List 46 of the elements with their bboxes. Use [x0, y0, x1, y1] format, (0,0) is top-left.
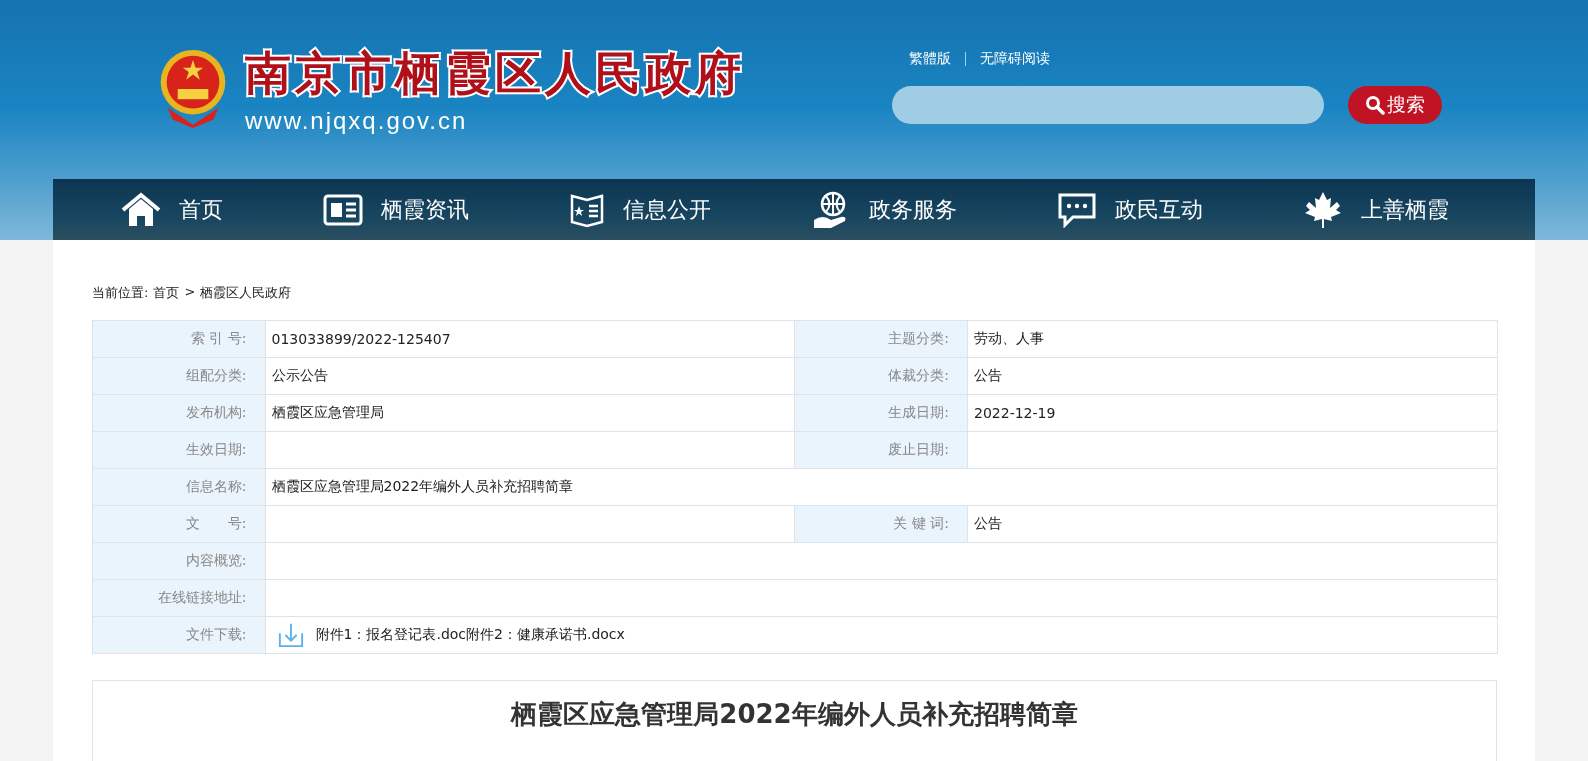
- field-label: 生成日期:: [795, 394, 968, 432]
- site-name: 南京市栖霞区人民政府: [245, 45, 745, 102]
- field-label: 文 号:: [92, 505, 266, 543]
- nav-item[interactable]: 栖霞资讯: [323, 193, 469, 226]
- field-value: 公示公告: [265, 357, 795, 395]
- breadcrumb-link[interactable]: 栖霞区人民政府: [200, 284, 292, 302]
- search-icon: [1365, 95, 1385, 115]
- field-value: 栖霞区应急管理局2022年编外人员补充招聘简章: [265, 468, 1498, 506]
- site-url: www.njqxq.gov.cn: [245, 107, 469, 135]
- field-label: 内容概览:: [92, 542, 266, 580]
- field-value: 2022-12-19: [967, 394, 1498, 432]
- breadcrumb-label: 当前位置:: [92, 284, 149, 302]
- field-label: 废止日期:: [795, 431, 968, 469]
- field-label: 索 引 号:: [92, 320, 266, 358]
- field-value: 013033899/2022-125407: [265, 320, 795, 358]
- nav-item[interactable]: 政民互动: [1057, 191, 1203, 228]
- breadcrumb-link[interactable]: 首页: [153, 284, 180, 302]
- top-link[interactable]: 繁體版: [909, 50, 951, 68]
- field-label: 发布机构:: [92, 394, 266, 432]
- field-value: 公告: [967, 357, 1498, 395]
- field-label: 文件下载:: [92, 616, 266, 654]
- newspaper-icon: [323, 193, 363, 226]
- field-label: 主题分类:: [795, 320, 968, 358]
- field-label: 组配分类:: [92, 357, 266, 395]
- field-label: 关 键 词:: [795, 505, 968, 543]
- article-title: 栖霞区应急管理局2022年编外人员补充招聘简章: [509, 698, 1079, 731]
- field-label: 生效日期:: [92, 431, 266, 469]
- attachment-link[interactable]: 附件1：报名登记表.doc: [315, 626, 467, 642]
- field-value: 公告: [967, 505, 1498, 543]
- field-label: 信息名称:: [92, 468, 266, 506]
- nav-item[interactable]: 政务服务: [811, 189, 957, 230]
- breadcrumb-separator: >: [184, 284, 196, 299]
- nav-item[interactable]: 上善栖霞: [1303, 189, 1449, 230]
- search-field[interactable]: [892, 86, 1324, 124]
- download-icon: [277, 621, 304, 649]
- home-icon: [121, 191, 161, 228]
- field-label: 体裁分类:: [795, 357, 968, 395]
- chat-icon: [1057, 191, 1097, 228]
- nav-item[interactable]: 信息公开: [569, 191, 711, 228]
- field-value: 劳动、人事: [967, 320, 1498, 358]
- attachment-link[interactable]: 附件2：健康承诺书.docx: [466, 626, 625, 642]
- top-link[interactable]: 无障碍阅读: [980, 50, 1050, 68]
- field-value: 栖霞区应急管理局: [265, 394, 795, 432]
- field-label: 在线链接地址:: [92, 579, 266, 617]
- nav-item[interactable]: 首页: [121, 191, 223, 228]
- search-button[interactable]: 搜索: [1348, 86, 1442, 124]
